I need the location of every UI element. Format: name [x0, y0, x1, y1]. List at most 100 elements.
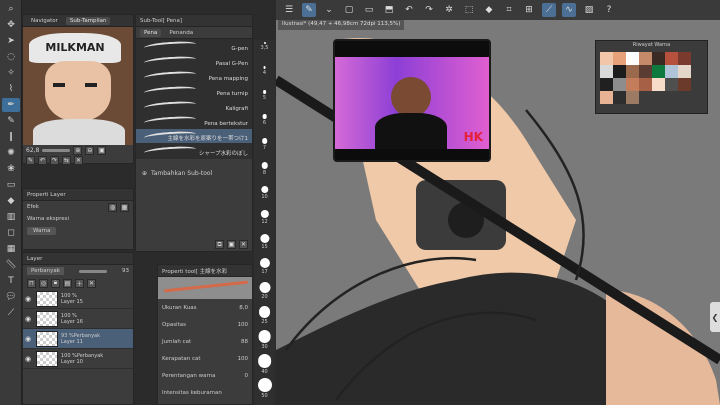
gradient-icon[interactable]: ▥ — [2, 210, 20, 224]
save-icon[interactable]: ⬒ — [382, 3, 396, 17]
color-swatch[interactable] — [652, 78, 665, 91]
brush-icon[interactable]: ❙ — [2, 130, 20, 144]
zoom-value[interactable]: 62,8 — [26, 147, 39, 154]
blend-mode-select[interactable]: Perbanyak — [27, 267, 64, 275]
balloon-icon[interactable]: 💬︎ — [2, 290, 20, 304]
open-folder-icon[interactable]: ▭ — [362, 3, 376, 17]
document-tab[interactable]: Ilustrasi* (49,47 + 46,98cm 72dpi 113,5%… — [278, 20, 405, 30]
new-layer-icon[interactable]: ＋ — [75, 278, 84, 288]
clip-icon[interactable]: ⊓ — [27, 278, 36, 288]
pencil-icon[interactable]: ✎ — [2, 114, 20, 128]
color-swatch[interactable] — [639, 65, 652, 78]
color-swatch[interactable] — [626, 78, 639, 91]
pointer-icon[interactable]: ➤ — [2, 34, 20, 48]
color-swatch[interactable] — [613, 65, 626, 78]
brush-item[interactable]: シャープ水彩のぼし — [136, 144, 252, 159]
property-value[interactable]: 100 — [238, 322, 249, 328]
text-icon[interactable]: T — [2, 274, 20, 288]
eye-icon[interactable]: ◉ — [25, 335, 33, 343]
tab-navigator[interactable]: Navigator — [27, 17, 62, 25]
color-swatch[interactable] — [613, 78, 626, 91]
duplicate-icon[interactable]: ▣ — [227, 240, 236, 249]
brush-size-dot[interactable] — [261, 162, 268, 169]
chevron-down-icon[interactable]: ⌄ — [322, 3, 336, 17]
brush-item[interactable]: Kaligrafi — [136, 99, 252, 114]
color-swatch[interactable] — [600, 65, 613, 78]
brush-size-dot[interactable] — [257, 354, 272, 368]
brush-size-dot[interactable] — [259, 258, 270, 269]
tab-marker[interactable]: Penanda — [165, 29, 197, 37]
lock-icon[interactable]: 🔒︎ — [51, 278, 60, 288]
color-swatch[interactable] — [639, 78, 652, 91]
trash-icon[interactable]: ✕ — [87, 278, 96, 288]
color-swatch[interactable] — [626, 52, 639, 65]
side-collapse-button[interactable]: ❮ — [710, 302, 720, 332]
color-swatch[interactable] — [600, 78, 613, 91]
rotate-right-icon[interactable]: ↷ — [50, 155, 59, 165]
add-icon[interactable]: ⊕ — [142, 170, 147, 177]
brush-size-dot[interactable] — [261, 138, 268, 144]
layer-row[interactable]: ◉ 100 % Layer 15 — [23, 289, 133, 309]
flip-icon[interactable]: ⇆ — [62, 155, 71, 165]
brush-item[interactable]: Pena mapping — [136, 69, 252, 84]
opacity-slider[interactable] — [78, 269, 107, 273]
mask-icon[interactable]: ▤ — [63, 278, 72, 288]
layer-row[interactable]: ◉ 93 %Perbanyak Layer 11 — [23, 329, 133, 349]
fill-bucket-icon[interactable]: ◆ — [482, 3, 496, 17]
color-mode-select[interactable]: Warna — [27, 227, 57, 235]
layer-row[interactable]: ◉ 100 %Perbanyak Layer 10 — [23, 349, 133, 369]
eye-icon[interactable]: ◉ — [25, 295, 33, 303]
color-swatch[interactable] — [652, 52, 665, 65]
menu-icon[interactable]: ☰ — [282, 3, 296, 17]
zoom-slider[interactable] — [42, 148, 71, 152]
color-swatch[interactable] — [652, 65, 665, 78]
brush-item[interactable]: Pasal G-Pen — [136, 54, 252, 69]
move-icon[interactable]: ✥ — [2, 18, 20, 32]
help-icon[interactable]: ? — [602, 3, 616, 17]
pressure-icon[interactable]: ∿ — [562, 3, 576, 17]
tab-sub-view[interactable]: Sub-Tampilan — [65, 16, 111, 25]
eyedropper-icon[interactable]: ⌇ — [2, 82, 20, 96]
eye-icon[interactable]: ◉ — [25, 355, 33, 363]
redo-icon[interactable]: ↷ — [422, 3, 436, 17]
color-swatch[interactable] — [678, 65, 691, 78]
frame-icon[interactable]: ▦ — [2, 242, 20, 256]
brush-size-dot[interactable] — [259, 282, 270, 293]
image-icon[interactable]: ▨ — [582, 3, 596, 17]
color-swatch[interactable] — [600, 91, 613, 104]
ruler-icon[interactable]: 📏︎ — [2, 258, 20, 272]
transform-icon[interactable]: ⬚ — [462, 3, 476, 17]
effect-tone-icon[interactable]: ▦ — [120, 202, 129, 212]
property-value[interactable]: 100 — [238, 356, 249, 362]
zoom-in-icon[interactable]: ⊕ — [73, 145, 83, 155]
undo-icon[interactable]: ↶ — [402, 3, 416, 17]
color-swatch[interactable] — [678, 78, 691, 91]
brush-item[interactable]: G-pen — [136, 39, 252, 54]
lasso-icon[interactable]: ◌ — [2, 50, 20, 64]
crop-icon[interactable]: ⌗ — [502, 3, 516, 17]
property-value[interactable]: 0 — [245, 373, 249, 379]
color-swatch[interactable] — [665, 52, 678, 65]
brush-size-dot[interactable] — [260, 186, 269, 194]
reference-icon[interactable]: ◎ — [39, 278, 48, 288]
new-file-icon[interactable]: ▢ — [342, 3, 356, 17]
layer-row[interactable]: ◉ 100 % Layer 16 — [23, 309, 133, 329]
brush-size-dot[interactable] — [263, 66, 266, 69]
zoom-icon[interactable]: ⌕ — [2, 2, 20, 16]
color-swatch[interactable] — [665, 78, 678, 91]
airbrush-icon[interactable]: ✺ — [2, 146, 20, 160]
brush-size-dot[interactable] — [263, 42, 266, 44]
brush-size-dot[interactable] — [258, 330, 271, 343]
delete-subtool-icon[interactable]: ✕ — [239, 240, 248, 249]
delete-icon[interactable]: ✕ — [74, 155, 83, 165]
effect-border-icon[interactable]: ◍ — [108, 202, 117, 212]
pen-icon[interactable]: ✒ — [2, 98, 20, 112]
color-swatch[interactable] — [639, 52, 652, 65]
grid-icon[interactable]: ⊞ — [522, 3, 536, 17]
stabilizer-icon[interactable]: ⟋ — [542, 3, 556, 17]
color-swatch[interactable] — [613, 52, 626, 65]
brush-size-dot[interactable] — [258, 306, 271, 318]
brush-item[interactable]: Pena turnip — [136, 84, 252, 99]
add-subtool-button[interactable]: Tambahkan Sub-tool — [151, 170, 212, 177]
property-value[interactable]: 8,0 — [239, 305, 248, 311]
